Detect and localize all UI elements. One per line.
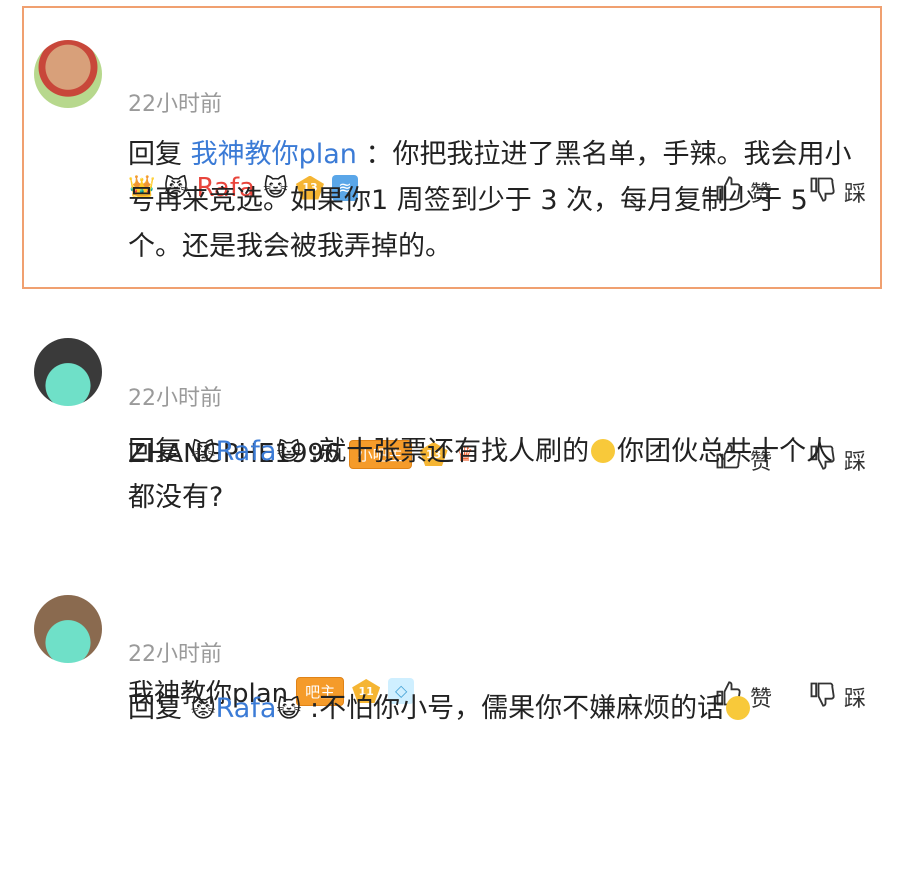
comment-body: 回复 😾Rafa😺 :不怕你小号，儒果你不嫌麻烦的话 bbox=[128, 686, 858, 886]
emoji-icon bbox=[726, 696, 751, 720]
mention-link[interactable]: Rafa bbox=[216, 693, 277, 724]
mention-link[interactable]: 我神教你plan bbox=[191, 139, 357, 170]
avatar[interactable] bbox=[34, 338, 102, 406]
mention-link[interactable]: Rafa bbox=[216, 436, 277, 467]
cat-face-icon: 😺 bbox=[276, 695, 302, 723]
cat-face-icon: 😾 bbox=[190, 695, 216, 723]
avatar[interactable] bbox=[34, 40, 102, 108]
avatar[interactable] bbox=[34, 595, 102, 663]
emoji-icon bbox=[591, 439, 616, 463]
cat-face-icon: 😺 bbox=[276, 438, 302, 466]
cat-face-icon: 😾 bbox=[190, 438, 216, 466]
